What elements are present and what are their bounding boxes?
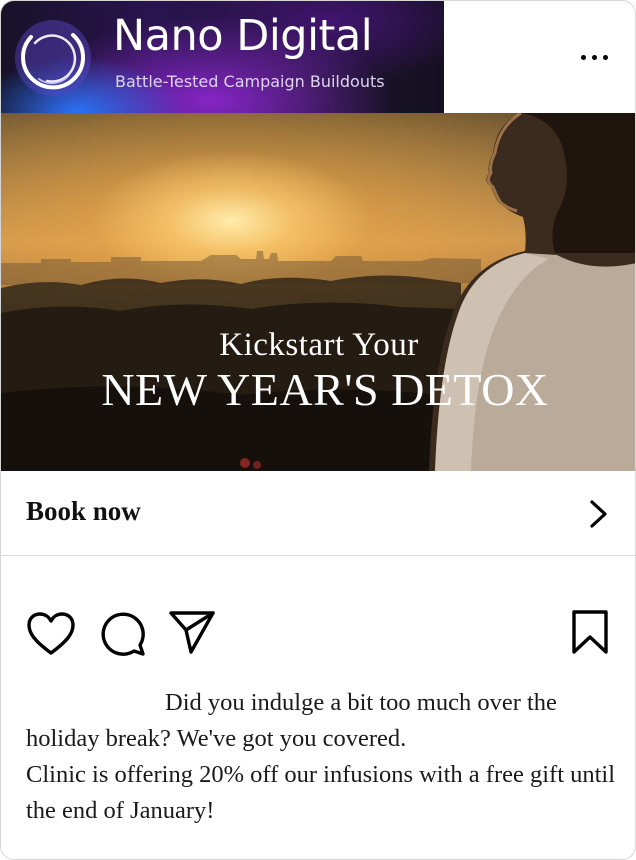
post-caption: Did you indulge a bit too much over the … bbox=[26, 685, 616, 829]
more-dot-icon bbox=[591, 54, 597, 60]
book-now-button[interactable]: Book now bbox=[1, 471, 635, 556]
hero-headline-line2: NEW YEAR'S DETOX bbox=[101, 364, 549, 415]
book-now-label: Book now bbox=[26, 496, 141, 526]
bookmark-icon[interactable] bbox=[569, 609, 611, 655]
more-options-button[interactable] bbox=[569, 37, 619, 77]
more-dot-icon bbox=[580, 54, 586, 60]
sunset-landscape-image bbox=[1, 113, 635, 471]
ring-logo-icon bbox=[15, 20, 91, 96]
post-header: Nano Digital Battle-Tested Campaign Buil… bbox=[1, 1, 635, 113]
caption-line-1: Did you indulge a bit too much over the … bbox=[26, 689, 557, 752]
sponsored-post-card: Nano Digital Battle-Tested Campaign Buil… bbox=[0, 0, 636, 860]
comment-icon[interactable] bbox=[99, 609, 147, 657]
heart-icon[interactable] bbox=[26, 611, 76, 657]
caption-line-2: Clinic is offering 20% off our infusions… bbox=[26, 761, 616, 824]
chevron-right-icon bbox=[590, 500, 607, 528]
send-icon[interactable] bbox=[167, 608, 217, 656]
more-dot-icon bbox=[602, 54, 608, 60]
brand-tagline: Battle-Tested Campaign Buildouts bbox=[115, 72, 385, 91]
brand-name: Nano Digital bbox=[113, 11, 373, 61]
hero-headline-line1: Kickstart Your bbox=[219, 327, 419, 363]
brand-banner[interactable]: Nano Digital Battle-Tested Campaign Buil… bbox=[1, 1, 444, 113]
post-hero-image[interactable]: Kickstart Your NEW YEAR'S DETOX bbox=[1, 113, 635, 471]
